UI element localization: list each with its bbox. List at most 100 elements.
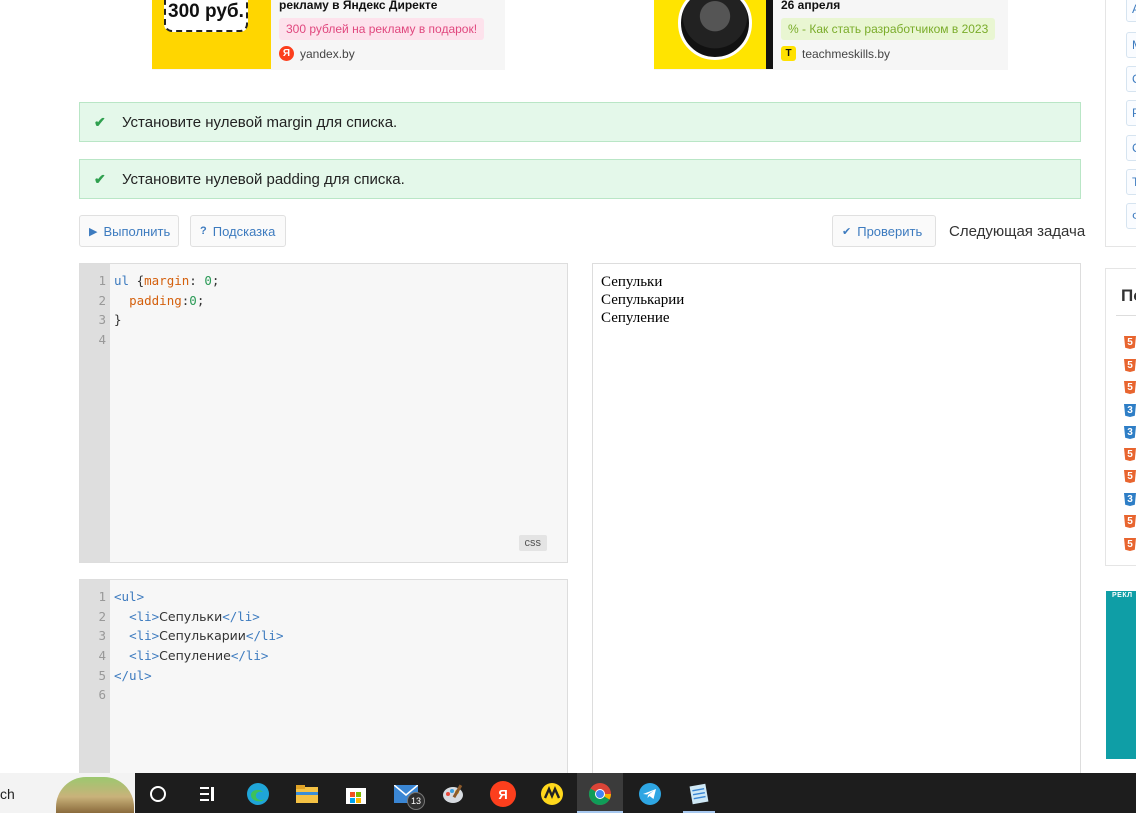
task-view-icon[interactable] [194, 781, 220, 807]
html5-icon[interactable]: 5 [1124, 359, 1136, 372]
html5-icon[interactable]: 5 [1124, 381, 1136, 394]
sidebar-link[interactable]: С [1126, 66, 1136, 92]
ad-label: РЕКЛ [1112, 592, 1133, 599]
check-icon: ✔ [842, 225, 852, 238]
sidebar-link[interactable]: Р [1126, 100, 1136, 126]
code-line: padding:0; [129, 292, 205, 308]
line-number: 2 [98, 608, 106, 624]
html5-icon[interactable]: 5 [1124, 515, 1136, 528]
windows-taskbar: ch 13 Я [0, 773, 1136, 813]
ad-title[interactable]: рекламу в Яндекс Директе [279, 0, 437, 12]
ad-image: 300 руб. [152, 0, 271, 69]
code-line: <ul> [114, 589, 145, 604]
code-line: <li>Сепулькарии</li> [129, 628, 284, 644]
task-view-circle-icon[interactable] [145, 781, 171, 807]
next-task-link[interactable]: Следующая задача [949, 223, 1085, 240]
edge-icon[interactable] [245, 781, 271, 807]
ad-source-label: yandex.by [300, 46, 355, 61]
line-number: 1 [98, 589, 106, 604]
question-icon: ? [200, 225, 207, 237]
line-number: 2 [98, 292, 106, 308]
code-line: <li>Сепуление</li> [129, 648, 269, 664]
chrome-icon[interactable] [587, 781, 613, 807]
line-number: 3 [98, 312, 106, 328]
ad-source[interactable]: T teachmeskills.by [781, 46, 890, 61]
check-button[interactable]: ✔ Проверить [832, 215, 936, 247]
ad-teachmeskills[interactable]: 26 апреля % - Как стать разработчиком в … [654, 0, 1008, 70]
mail-unread-badge: 13 [407, 792, 425, 810]
sidebar-title: По [1121, 286, 1136, 305]
sidebar-link[interactable]: М [1126, 32, 1136, 58]
html5-icon[interactable]: 5 [1124, 336, 1136, 349]
language-badge: css [518, 535, 547, 551]
hint-button[interactable]: ? Подсказка [190, 215, 286, 247]
success-message: ✔ Установите нулевой padding для списка. [79, 159, 1081, 199]
check-icon: ✔ [94, 170, 106, 187]
hint-button-label: Подсказка [212, 223, 276, 239]
ad-source[interactable]: Я yandex.by [279, 46, 355, 61]
sidebar-link[interactable]: А [1126, 0, 1136, 22]
ad-badge: 300 рублей на рекламу в подарок! [279, 18, 485, 40]
teachmeskills-icon: T [781, 46, 796, 61]
css3-icon[interactable]: 3 [1124, 426, 1136, 439]
ad-price: 300 руб. [164, 0, 248, 32]
html5-icon[interactable]: 5 [1124, 470, 1136, 483]
sidebar-link[interactable]: Т [1126, 169, 1136, 195]
html5-icon[interactable]: 5 [1124, 448, 1136, 461]
sidebar-link[interactable]: Ф [1126, 203, 1136, 229]
notepad-icon[interactable] [686, 781, 712, 807]
css3-icon[interactable]: 3 [1124, 404, 1136, 417]
html5-icon[interactable]: 5 [1124, 538, 1136, 551]
page: 300 руб. рекламу в Яндекс Директе 300 ру… [0, 0, 1136, 813]
telegram-icon[interactable] [637, 781, 663, 807]
code-line: <li>Сепульки</li> [129, 608, 260, 624]
sidebar-link[interactable]: С [1126, 135, 1136, 161]
html-editor[interactable]: 1 <ul> 2 <li>Сепульки</li> 3 <li>Сепулька… [79, 579, 568, 779]
ad-yandex-direct[interactable]: 300 руб. рекламу в Яндекс Директе 300 ру… [152, 0, 505, 70]
taskbar-search[interactable]: ch [0, 773, 135, 813]
css-editor[interactable]: 1 ul {margin: 0; 2 padding:0; 3} 4 css [79, 263, 568, 563]
line-number: 1 [98, 273, 106, 288]
yandex-market-icon[interactable] [539, 781, 565, 807]
ad-image [654, 0, 773, 69]
success-message-text: Установите нулевой padding для списка. [122, 170, 405, 188]
code-line: ul {margin: 0; [114, 273, 220, 288]
success-message-text: Установите нулевой margin для списка. [122, 113, 398, 131]
list-item: Сепульки [601, 274, 663, 290]
divider [1116, 315, 1136, 316]
line-number: 4 [98, 332, 106, 348]
microsoft-store-icon[interactable] [343, 781, 369, 807]
code-line: </ul> [114, 667, 152, 683]
ad-title[interactable]: 26 апреля [781, 0, 840, 12]
css3-icon[interactable]: 3 [1124, 493, 1136, 506]
success-message: ✔ Установите нулевой margin для списка. [79, 102, 1081, 142]
sidebar-ad[interactable]: РЕКЛ [1106, 591, 1136, 759]
paint-icon[interactable] [441, 781, 467, 807]
ad-person-photo [678, 0, 752, 60]
line-number: 6 [98, 687, 106, 703]
ad-badge: % - Как стать разработчиком в 2023 [781, 18, 996, 40]
file-explorer-icon[interactable] [294, 781, 320, 807]
list-item: Сепулькарии [601, 292, 685, 308]
yandex-icon: Я [279, 46, 294, 61]
search-text: ch [0, 786, 15, 802]
line-number: 5 [98, 667, 106, 683]
line-number: 4 [98, 648, 106, 664]
result-list: Сепульки Сепулькарии Сепуление [601, 273, 1072, 327]
run-button[interactable]: ▶ Выполнить [79, 215, 179, 247]
search-highlight-image [56, 777, 134, 813]
check-icon: ✔ [94, 113, 106, 130]
run-button-label: Выполнить [103, 223, 171, 239]
code-line: } [114, 312, 122, 328]
yandex-browser-icon[interactable]: Я [490, 781, 516, 807]
line-number: 3 [98, 628, 106, 644]
sidebar-tasks: По 5 5 5 3 3 5 5 3 5 5 [1105, 268, 1136, 566]
sidebar-links: А М С Р С Т Ф [1105, 0, 1136, 247]
result-preview: Сепульки Сепулькарии Сепуление [592, 263, 1081, 783]
ad-image-stripe [766, 0, 773, 69]
list-item: Сепуление [601, 310, 670, 326]
ad-source-label: teachmeskills.by [802, 46, 891, 61]
check-button-label: Проверить [857, 223, 923, 239]
